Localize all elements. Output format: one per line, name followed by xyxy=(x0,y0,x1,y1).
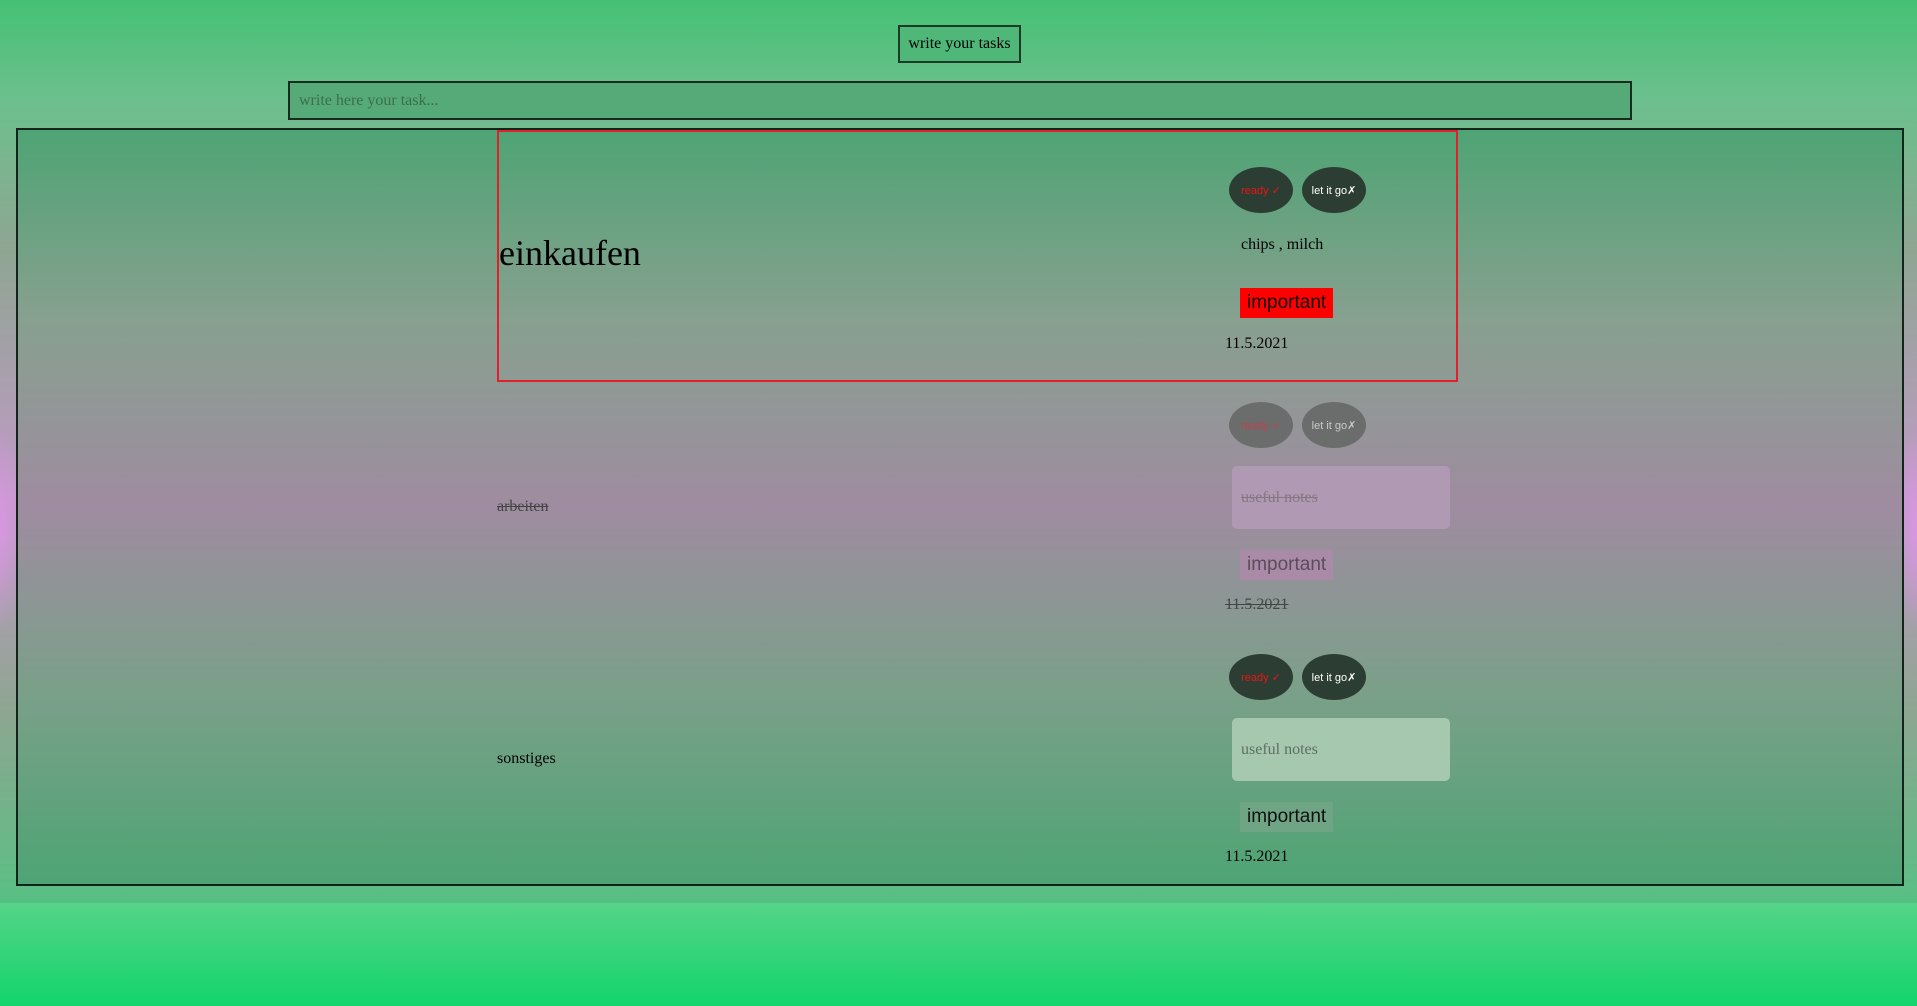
task-notes[interactable]: chips , milch xyxy=(1241,236,1323,254)
task-item-arbeiten[interactable]: arbeiten ready ✓ let it go✗ important 11… xyxy=(497,382,1458,634)
task-input[interactable] xyxy=(288,81,1632,120)
notes-field[interactable] xyxy=(1232,718,1450,781)
ready-button[interactable]: ready ✓ xyxy=(1229,167,1293,213)
task-date: 11.5.2021 xyxy=(1225,335,1289,352)
let-it-go-button[interactable]: let it go✗ xyxy=(1302,167,1366,213)
task-title: einkaufen xyxy=(499,233,641,273)
ready-button[interactable]: ready ✓ xyxy=(1229,654,1293,700)
task-title: arbeiten xyxy=(497,498,549,515)
let-it-go-button[interactable]: let it go✗ xyxy=(1302,402,1366,448)
notes-field[interactable] xyxy=(1232,466,1450,529)
task-item-sonstiges[interactable]: sonstiges ready ✓ let it go✗ important 1… xyxy=(497,634,1458,886)
write-your-tasks-button[interactable]: write your tasks xyxy=(898,25,1021,63)
ready-button[interactable]: ready ✓ xyxy=(1229,402,1293,448)
let-it-go-button[interactable]: let it go✗ xyxy=(1302,654,1366,700)
task-list: einkaufen ready ✓ let it go✗ chips , mil… xyxy=(16,128,1904,886)
task-date: 11.5.2021 xyxy=(1225,596,1289,613)
task-item-einkaufen[interactable]: einkaufen ready ✓ let it go✗ chips , mil… xyxy=(497,130,1458,382)
important-toggle[interactable]: important xyxy=(1240,802,1334,832)
task-date: 11.5.2021 xyxy=(1225,848,1289,865)
important-toggle[interactable]: important xyxy=(1240,550,1334,580)
important-toggle[interactable]: important xyxy=(1240,288,1334,318)
footer-band xyxy=(0,903,1917,1006)
task-title: sonstiges xyxy=(497,750,556,767)
